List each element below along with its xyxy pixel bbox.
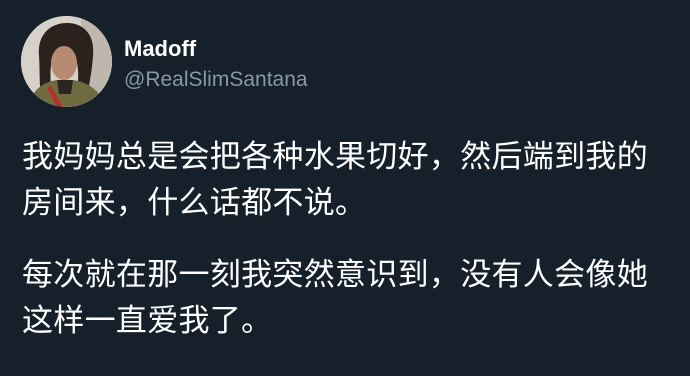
user-handle[interactable]: @RealSlimSantana [124, 68, 308, 92]
tweet-text-paragraph: 每次就在那一刻我突然意识到，没有人会像她这样一直爱我了。 [22, 257, 648, 339]
avatar-image [21, 16, 112, 107]
display-name[interactable]: Madoff [124, 37, 196, 61]
tweet-text-paragraph: 我妈妈总是会把各种水果切好，然后端到我的房间来，什么话都不说。 [22, 139, 648, 221]
tweet-card: Madoff @RealSlimSantana 我妈妈总是会把各种水果切好，然后… [0, 0, 690, 376]
avatar[interactable] [21, 16, 112, 107]
